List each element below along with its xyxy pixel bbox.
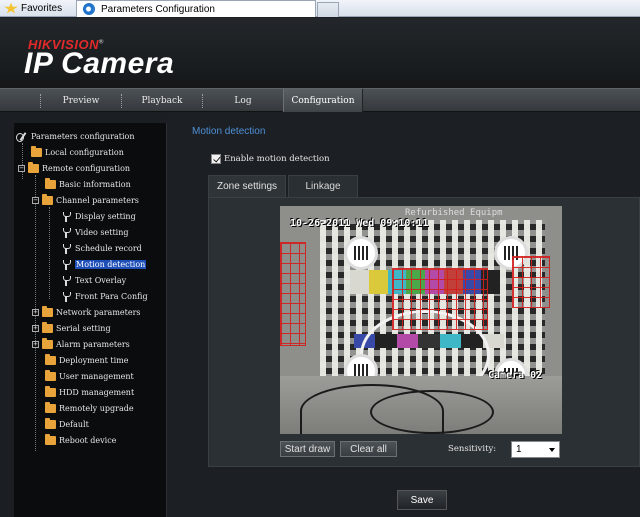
expand-icon[interactable]: +: [32, 309, 39, 316]
enable-motion-detection[interactable]: Enable motion detection: [211, 154, 330, 164]
nav-playback[interactable]: Playback: [122, 89, 202, 112]
tree-item-display-setting[interactable]: Display setting: [62, 209, 136, 224]
video-watermark: Refurbished Equipm: [405, 208, 503, 218]
collapse-icon[interactable]: −: [32, 197, 39, 204]
favorites-label: Favorites: [21, 3, 63, 14]
browser-tab-title: Parameters Configuration: [101, 3, 215, 15]
favorites-button[interactable]: Favorites: [2, 0, 62, 17]
chevron-down-icon: [549, 448, 555, 452]
target-mark: [344, 236, 378, 270]
tree-item-serial-setting[interactable]: + Serial setting: [32, 321, 111, 336]
tree-item-user-management[interactable]: User management: [45, 369, 134, 384]
cable-foreground: [280, 376, 562, 434]
folder-icon: [45, 386, 56, 397]
tree-item-remotely-upgrade[interactable]: Remotely upgrade: [45, 401, 134, 416]
tree-item-basic-information[interactable]: Basic information: [45, 177, 131, 192]
expand-icon[interactable]: +: [32, 341, 39, 348]
wrench-icon: [62, 291, 71, 302]
folder-icon: [45, 434, 56, 445]
folder-icon: [28, 162, 39, 173]
start-draw-button[interactable]: Start draw: [280, 441, 335, 457]
folder-icon: [42, 322, 53, 333]
tree-line: [49, 207, 50, 299]
browser-tab[interactable]: Parameters Configuration: [76, 0, 316, 17]
new-tab-button[interactable]: [317, 2, 339, 17]
tree-item-channel-parameters[interactable]: − Channel parameters: [32, 193, 139, 208]
wrench-icon: [62, 243, 71, 254]
nav-log[interactable]: Log: [203, 89, 283, 112]
folder-icon: [31, 146, 42, 157]
wrench-icon: [62, 211, 71, 222]
enable-checkbox[interactable]: [211, 154, 221, 164]
tab-zone-settings[interactable]: Zone settings: [208, 175, 286, 197]
main-content: Motion detection Enable motion detection…: [168, 112, 640, 517]
video-preview[interactable]: Refurbished Equipm 10-26-2011 Wed 09:10:…: [280, 206, 562, 434]
tools-icon: [16, 131, 29, 142]
folder-icon: [42, 338, 53, 349]
tree-item-network-parameters[interactable]: + Network parameters: [32, 305, 141, 320]
motion-zone[interactable]: [280, 242, 306, 346]
product-title: IP Camera: [24, 47, 175, 80]
section-title: Motion detection: [192, 126, 266, 137]
config-tree: Parameters configuration Local configura…: [14, 123, 167, 517]
motion-zone[interactable]: [512, 256, 550, 308]
wrench-icon: [62, 227, 71, 238]
tree-item-local-configuration[interactable]: Local configuration: [31, 145, 124, 160]
wrench-icon: [62, 275, 71, 286]
tree-item-video-setting[interactable]: Video setting: [62, 225, 129, 240]
tree-item-text-overlay[interactable]: Text Overlay: [62, 273, 126, 288]
folder-icon: [45, 418, 56, 429]
folder-icon: [45, 370, 56, 381]
clear-all-button[interactable]: Clear all: [340, 441, 397, 457]
nav-preview[interactable]: Preview: [41, 89, 121, 112]
folder-icon: [45, 402, 56, 413]
tree-root[interactable]: Parameters configuration: [16, 129, 135, 144]
tree-item-remote-configuration[interactable]: − Remote configuration: [18, 161, 130, 176]
sensitivity-label: Sensitivity:: [448, 444, 497, 454]
browser-tab-bar: Favorites Parameters Configuration: [0, 0, 640, 17]
tree-item-reboot-device[interactable]: Reboot device: [45, 433, 116, 448]
video-camera-label: Camera 02: [488, 370, 543, 381]
folder-icon: [42, 306, 53, 317]
folder-icon: [45, 178, 56, 189]
enable-label: Enable motion detection: [224, 154, 330, 164]
tree-item-front-para-config[interactable]: Front Para Config: [62, 289, 148, 304]
folder-icon: [45, 354, 56, 365]
tab-linkage[interactable]: Linkage: [288, 175, 358, 197]
folder-icon: [42, 194, 53, 205]
tree-item-schedule-record[interactable]: Schedule record: [62, 241, 142, 256]
tree-item-motion-detection[interactable]: Motion detection: [62, 257, 147, 272]
tree-item-default[interactable]: Default: [45, 417, 89, 432]
app-header: HIKVISION® IP Camera: [0, 18, 640, 88]
wrench-icon: [62, 259, 71, 270]
tree-item-hdd-management[interactable]: HDD management: [45, 385, 134, 400]
zone-settings-panel: Refurbished Equipm 10-26-2011 Wed 09:10:…: [208, 197, 640, 467]
video-timestamp: 10-26-2011 Wed 09:10:11: [290, 218, 429, 229]
save-button[interactable]: Save: [397, 490, 447, 510]
sensitivity-select[interactable]: 1: [511, 441, 560, 458]
main-nav: Preview Playback Log Configuration: [0, 88, 640, 112]
expand-icon[interactable]: +: [32, 325, 39, 332]
collapse-icon[interactable]: −: [18, 165, 25, 172]
ie-icon: [83, 3, 95, 15]
nav-configuration[interactable]: Configuration: [283, 89, 363, 112]
tree-item-deployment-time[interactable]: Deployment time: [45, 353, 129, 368]
star-icon: [4, 2, 18, 14]
motion-zone[interactable]: [392, 268, 488, 330]
tree-item-alarm-parameters[interactable]: + Alarm parameters: [32, 337, 130, 352]
